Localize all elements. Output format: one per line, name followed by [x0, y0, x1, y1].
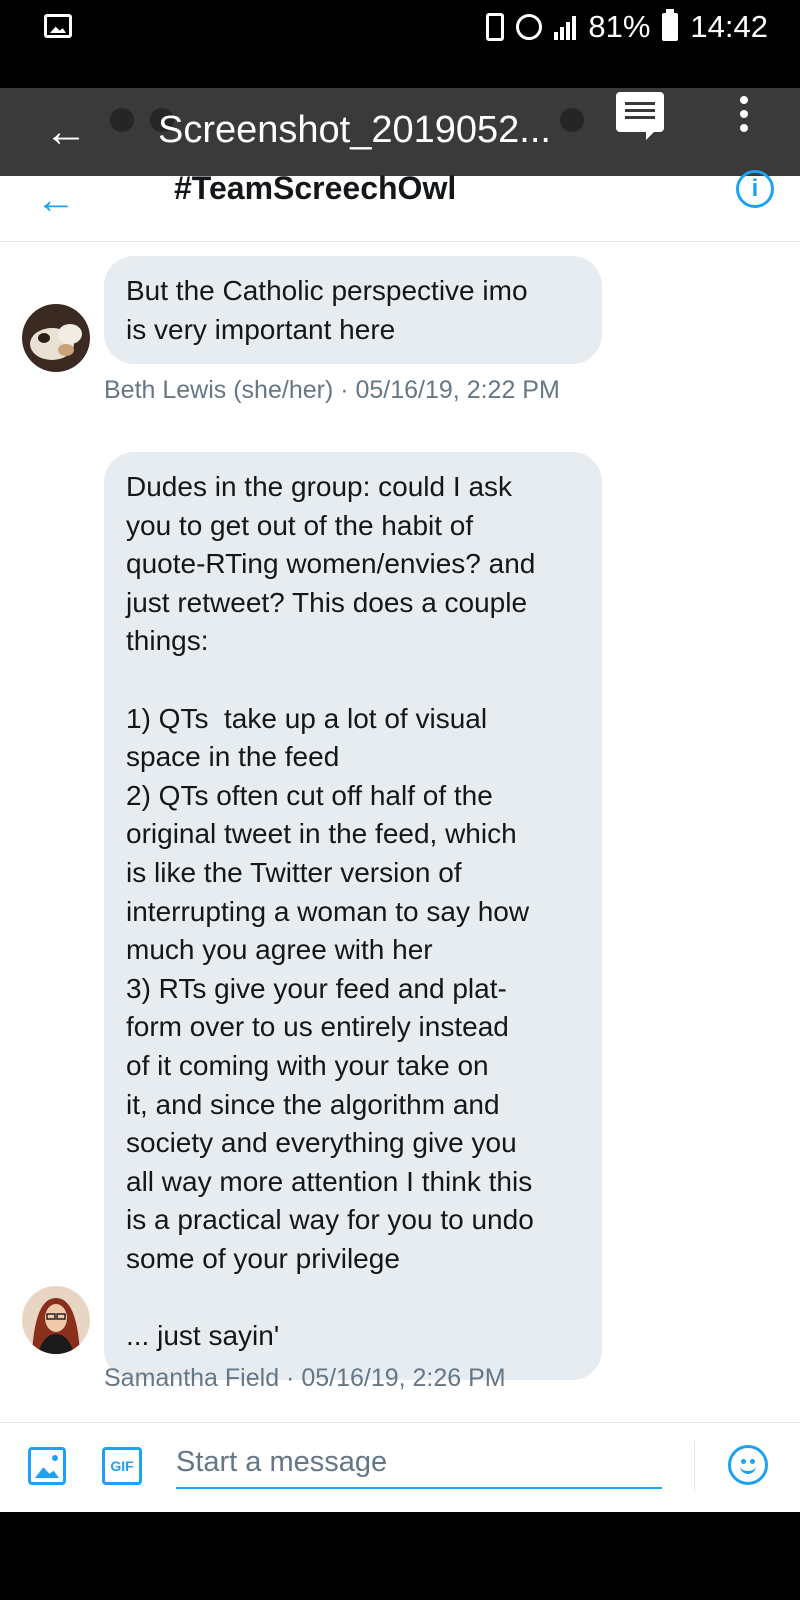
status-bar: 81% 14:42 — [0, 0, 800, 54]
message-line: space in the feed — [126, 741, 340, 773]
battery-percent: 81% — [588, 9, 651, 44]
message-input[interactable] — [176, 1437, 662, 1489]
conversation-back-icon[interactable]: ← — [36, 180, 76, 220]
message-bubble-2: Dudes in the group: could I ask you to g… — [104, 452, 602, 1380]
message-line: is like the Twitter version of — [126, 856, 462, 888]
message-line: of it coming with your take on — [126, 1049, 489, 1081]
message-line — [126, 1278, 580, 1317]
message-line: it, and since the algorithm and — [126, 1088, 500, 1120]
message-line: all way more attention I think this — [126, 1165, 533, 1197]
message-meta-2: Samantha Field · 05/16/19, 2:26 PM — [104, 1364, 506, 1392]
status-indicators: 81% 14:42 — [486, 8, 768, 46]
gallery-notification-icon — [44, 14, 72, 38]
message-line: quote-RTing women/envies? and — [126, 548, 536, 580]
message-line: ... just sayin' — [126, 1320, 280, 1352]
battery-icon — [662, 9, 679, 41]
message-line: Dudes in the group: could I ask — [126, 471, 513, 502]
message-line: 1) QTs take up a lot of visual — [126, 702, 488, 734]
message-line: things: — [126, 625, 209, 657]
message-line: form over to us entirely instead — [126, 1011, 509, 1043]
message-line: is a practical way for you to undo — [126, 1204, 534, 1236]
emoji-icon[interactable] — [728, 1445, 768, 1485]
signal-icon — [554, 14, 577, 40]
comment-icon[interactable] — [616, 92, 664, 140]
file-title: Screenshot_2019052... — [158, 109, 551, 151]
back-arrow-icon[interactable]: ← — [44, 110, 88, 154]
more-vert-icon[interactable] — [738, 96, 750, 132]
message-line: much you agree with her — [126, 934, 433, 966]
message-bubble-1: But the Catholic perspective imo is very… — [104, 256, 602, 364]
system-nav-bar — [0, 1512, 800, 1600]
clock: 14:42 — [690, 9, 768, 44]
conversation-header: ← #TeamScreechOwl — [0, 170, 800, 242]
message-line — [126, 661, 580, 700]
message-meta-1: Beth Lewis (she/her) · 05/16/19, 2:22 PM — [104, 376, 560, 404]
message-line: original tweet in the feed, which — [126, 818, 517, 850]
avatar-samantha[interactable] — [22, 1286, 90, 1354]
info-icon[interactable]: i — [736, 170, 774, 208]
message-line: 2) QTs often cut off half of the — [126, 779, 493, 811]
message-line: society and everything give you — [126, 1127, 517, 1159]
gif-icon[interactable]: GIF — [102, 1447, 142, 1485]
avatar-beth[interactable] — [22, 304, 90, 372]
vibrate-icon — [486, 13, 505, 41]
conversation-title: #TeamScreechOwl — [174, 170, 457, 206]
message-line: you to get out of the habit of — [126, 509, 474, 541]
message-list: But the Catholic perspective imo is very… — [0, 242, 800, 1422]
image-icon[interactable] — [28, 1447, 66, 1485]
message-line: some of your privilege — [126, 1242, 400, 1274]
message-line: is very important here — [126, 313, 396, 345]
message-line: But the Catholic perspective imo — [126, 275, 528, 306]
viewer-app-bar: ← Screenshot_2019052... — [0, 88, 800, 176]
alarm-icon — [516, 14, 543, 40]
message-line: just retweet? This does a couple — [126, 586, 528, 618]
composer-divider — [694, 1441, 695, 1491]
message-line: interrupting a woman to say how — [126, 895, 530, 927]
message-composer: GIF — [0, 1422, 800, 1512]
message-line: 3) RTs give your feed and plat- — [126, 972, 507, 1004]
